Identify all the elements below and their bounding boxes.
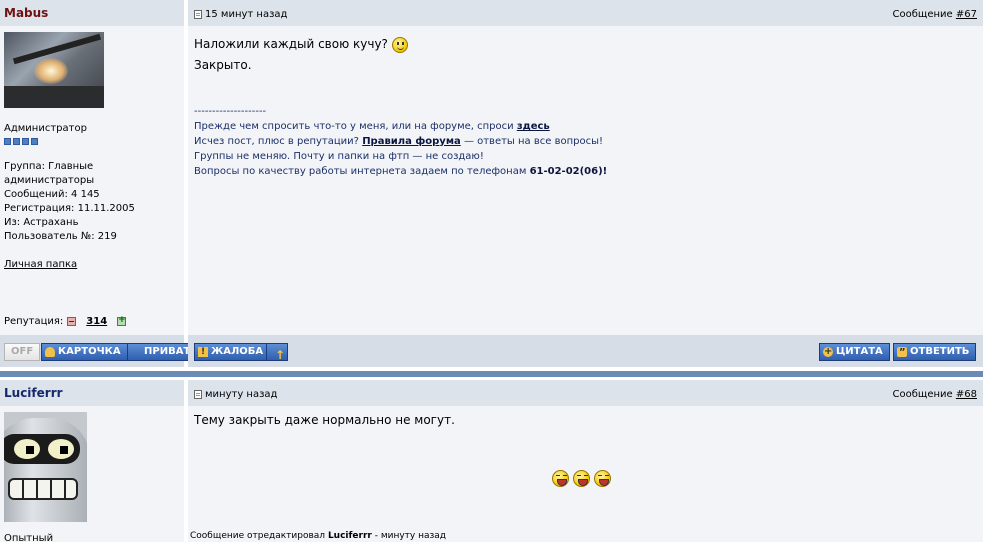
post-number-link[interactable]: #67	[956, 9, 977, 20]
signature-phone: 61-02-02(06)!	[529, 166, 608, 177]
smile-emoticon-icon	[391, 36, 408, 53]
signature-line2-post: — ответы на все вопросы!	[463, 136, 603, 147]
report-button[interactable]: ЖАЛОБА	[194, 343, 271, 361]
post-separator	[0, 367, 983, 380]
edited-note-time: - минуту назад	[374, 531, 447, 541]
signature-line4: Вопросы по качеству работы интернета зад…	[194, 164, 607, 179]
avatar	[4, 412, 87, 522]
signature: -------------------- Прежде чем спросить…	[194, 104, 607, 179]
signature-line2: Исчез пост, плюс в репутации? Правила фо…	[194, 134, 607, 149]
laugh-emoticon-icon	[573, 470, 590, 487]
reputation-value[interactable]: 314	[86, 316, 107, 327]
signature-line2-pre: Исчез пост, плюс в репутации?	[194, 136, 359, 147]
private-message-button[interactable]: ПРИВАТ	[127, 343, 198, 361]
user-location: Из: Астрахань	[4, 217, 79, 228]
post-button-bar: OFF КАРТОЧКА ПРИВАТ ЖАЛОБА ЦИТАТА ОТВЕТИ…	[0, 335, 983, 367]
report-label: ЖАЛОБА	[211, 346, 264, 357]
signature-rules-link[interactable]: Правила форума	[362, 136, 461, 147]
edited-note-author: Luciferrr	[327, 531, 372, 541]
user-title: Администратор	[4, 123, 87, 134]
personal-folder-link[interactable]: Личная папка	[4, 259, 77, 270]
post-67: Mabus 15 минут назад Сообщение #67 Админ…	[0, 0, 983, 367]
edited-note: Сообщение отредактировал Luciferrr - мин…	[190, 531, 446, 541]
quote-icon	[897, 345, 907, 361]
author-name[interactable]: Luciferrr	[4, 386, 63, 400]
signature-line3: Группы не меняю. Почту и папки на фтп — …	[194, 151, 484, 162]
post-number: Сообщение #67	[893, 9, 977, 20]
post-number-prefix: Сообщение	[892, 389, 953, 400]
post-time-text: минуту назад	[205, 389, 278, 400]
reputation-minus-icon[interactable]	[67, 317, 77, 326]
edited-note-pre: Сообщение отредактировал	[190, 531, 326, 541]
signature-divider: --------------------	[194, 106, 267, 117]
post-text: Наложили каждый свою кучу? Закрыто.	[194, 34, 408, 76]
reply-label: ОТВЕТИТЬ	[910, 346, 970, 357]
user-messages: Сообщений: 4 145	[4, 189, 100, 200]
laugh-emoticon-icon	[594, 470, 611, 487]
profile-card-label: КАРТОЧКА	[58, 346, 121, 357]
user-group-line1: Группа: Главные	[4, 161, 94, 172]
emoticons	[552, 470, 611, 487]
profile-card-button[interactable]: КАРТОЧКА	[41, 343, 128, 361]
post-time: 15 минут назад	[194, 9, 287, 20]
post-body: Наложили каждый свою кучу? Закрыто. ----…	[188, 26, 983, 335]
signature-line1: Прежде чем спросить что-то у меня, или н…	[194, 119, 607, 134]
user-registered: Регистрация: 11.11.2005	[4, 203, 135, 214]
post-number: Сообщение #68	[893, 389, 977, 400]
author-name[interactable]: Mabus	[4, 6, 48, 20]
signature-line1-text: Прежде чем спросить что-то у меня, или н…	[194, 121, 514, 132]
quote-label: ЦИТАТА	[836, 346, 883, 357]
signature-line4-text: Вопросы по качеству работы интернета зад…	[194, 166, 527, 177]
post-header: Mabus 15 минут назад Сообщение #67	[0, 0, 983, 26]
offline-status-button: OFF	[4, 343, 41, 361]
user-sidebar: Опытный	[0, 406, 186, 542]
user-rank: Администратор	[4, 122, 87, 145]
post-body: Тему закрыть даже нормально не могут. Со…	[188, 406, 983, 542]
document-icon	[194, 390, 202, 399]
user-title: Опытный	[4, 533, 54, 542]
post-number-prefix: Сообщение	[892, 9, 953, 20]
plus-icon	[823, 344, 833, 360]
post-actions: ЖАЛОБА ЦИТАТА ОТВЕТИТЬ	[188, 335, 983, 367]
author-cell: Mabus	[0, 0, 186, 26]
arrow-up-icon	[270, 347, 285, 363]
laugh-emoticon-icon	[552, 470, 569, 487]
user-details: Группа: Главные администраторы Сообщений…	[4, 160, 135, 244]
warning-icon	[198, 344, 208, 360]
quote-button[interactable]: ЦИТАТА	[819, 343, 890, 361]
document-icon	[194, 10, 202, 19]
post-text-line1: Наложили каждый свою кучу?	[194, 37, 388, 51]
post-header: Luciferrr минуту назад Сообщение #68	[0, 380, 983, 406]
post-68: Luciferrr минуту назад Сообщение #68 Опы…	[0, 380, 983, 542]
signature-here-link[interactable]: здесь	[517, 121, 550, 132]
post-meta: 15 минут назад Сообщение #67	[188, 0, 983, 26]
reply-button[interactable]: ОТВЕТИТЬ	[893, 343, 977, 361]
user-sidebar: Администратор Группа: Главные администра…	[0, 26, 186, 335]
user-number: Пользователь №: 219	[4, 231, 117, 242]
user-buttons: OFF КАРТОЧКА ПРИВАТ	[0, 335, 198, 367]
personal-folder: Личная папка	[4, 258, 77, 272]
author-cell: Luciferrr	[0, 380, 186, 406]
user-icon	[45, 347, 55, 357]
private-message-label: ПРИВАТ	[144, 346, 191, 357]
post-number-link[interactable]: #68	[956, 389, 977, 400]
avatar	[4, 32, 104, 108]
post-meta: минуту назад Сообщение #68	[188, 380, 983, 406]
reputation-plus-icon[interactable]	[117, 315, 127, 326]
reputation: Репутация: 314	[4, 315, 127, 327]
user-group-line2: администраторы	[4, 175, 95, 186]
rank-pips	[4, 138, 87, 145]
post-time: минуту назад	[194, 389, 277, 400]
post-time-text: 15 минут назад	[205, 9, 288, 20]
post-text-line2: Закрыто.	[194, 58, 252, 72]
reputation-label: Репутация:	[4, 316, 64, 327]
post-text: Тему закрыть даже нормально не могут.	[194, 413, 455, 427]
scroll-top-button[interactable]	[266, 343, 288, 363]
